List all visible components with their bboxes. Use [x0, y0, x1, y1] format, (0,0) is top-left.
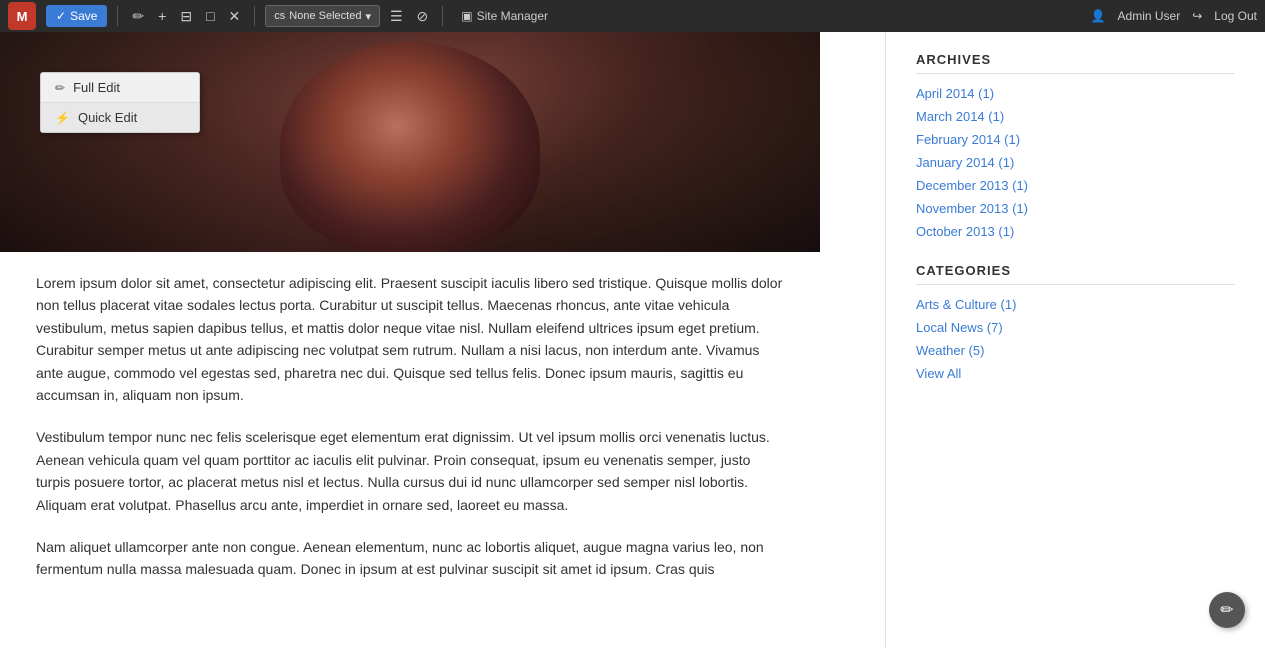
archive-link[interactable]: March 2014 (1)	[916, 109, 1235, 124]
archive-link[interactable]: January 2014 (1)	[916, 155, 1235, 170]
archives-section: ARCHIVES April 2014 (1) March 2014 (1) Feb…	[916, 52, 1235, 239]
categories-heading: CATEGORIES	[916, 263, 1235, 285]
archive-link[interactable]: February 2014 (1)	[916, 132, 1235, 147]
category-link[interactable]: Arts & Culture (1)	[916, 297, 1235, 312]
full-edit-label: Full Edit	[73, 80, 120, 95]
save-button[interactable]: ✓ Save	[46, 5, 107, 27]
article-body: Lorem ipsum dolor sit amet, consectetur …	[0, 252, 820, 621]
save-check-icon: ✓	[56, 9, 66, 23]
prohibit-icon[interactable]: ⊘	[413, 6, 433, 27]
face-silhouette	[280, 42, 540, 252]
delete-icon[interactable]: ✕	[225, 6, 245, 27]
main-layout: ✏ Full Edit ⚡ Quick Edit Lorem ipsum dol…	[0, 32, 1265, 648]
article-paragraph-3: Nam aliquet ullamcorper ante non congue.…	[36, 536, 784, 581]
archive-link[interactable]: December 2013 (1)	[916, 178, 1235, 193]
categories-list: Arts & Culture (1) Local News (7) Weather …	[916, 297, 1235, 381]
site-manager-label: Site Manager	[477, 9, 548, 23]
archive-link[interactable]: October 2013 (1)	[916, 224, 1235, 239]
dropdown-arrow-icon: ▾	[365, 10, 371, 23]
move-icon[interactable]: □	[202, 6, 218, 26]
admin-user-link[interactable]: Admin User	[1118, 9, 1181, 23]
edit-toolbar-dropdown: ✏ Full Edit ⚡ Quick Edit	[40, 72, 200, 133]
quick-edit-item[interactable]: ⚡ Quick Edit	[41, 103, 199, 132]
separator-1	[117, 6, 118, 26]
separator-2	[254, 6, 255, 26]
quick-edit-icon: ⚡	[55, 111, 70, 125]
archive-link[interactable]: November 2013 (1)	[916, 201, 1235, 216]
archives-list: April 2014 (1) March 2014 (1) February 201…	[916, 86, 1235, 239]
categories-section: CATEGORIES Arts & Culture (1) Local News …	[916, 263, 1235, 381]
category-link[interactable]: Weather (5)	[916, 343, 1235, 358]
full-edit-icon: ✏	[55, 81, 65, 95]
content-area: ✏ Full Edit ⚡ Quick Edit Lorem ipsum dol…	[0, 32, 885, 648]
category-link[interactable]: Local News (7)	[916, 320, 1235, 335]
add-icon[interactable]: +	[154, 6, 170, 26]
archives-heading: ARCHIVES	[916, 52, 1235, 74]
top-toolbar: M ✓ Save ✏ + ⊟ □ ✕ cs None Selected ▾ ☰ …	[0, 0, 1265, 32]
article-paragraph-2: Vestibulum tempor nunc nec felis sceleri…	[36, 426, 784, 516]
cs-label: cs	[274, 10, 285, 22]
sidebar: ARCHIVES April 2014 (1) March 2014 (1) Feb…	[885, 32, 1265, 648]
hero-image: ✏ Full Edit ⚡ Quick Edit	[0, 32, 820, 252]
site-manager-icon: ▣	[461, 9, 472, 23]
archive-link[interactable]: April 2014 (1)	[916, 86, 1235, 101]
toolbar-right: 👤 Admin User ↪ Log Out	[1091, 9, 1257, 23]
separator-3	[442, 6, 443, 26]
pencil-icon[interactable]: ✏	[128, 6, 148, 27]
log-out-link[interactable]: Log Out	[1214, 9, 1257, 23]
none-selected-label: None Selected	[289, 10, 361, 22]
edit-pencil-button[interactable]: ✏	[1209, 592, 1245, 628]
article-paragraph-1: Lorem ipsum dolor sit amet, consectetur …	[36, 272, 784, 406]
save-label: Save	[70, 9, 97, 23]
quick-edit-label: Quick Edit	[78, 110, 137, 125]
site-manager-button[interactable]: ▣ Site Manager	[453, 7, 556, 25]
logout-icon: ↪	[1192, 9, 1202, 23]
none-selected-button[interactable]: cs None Selected ▾	[265, 5, 380, 27]
admin-user-icon: 👤	[1091, 9, 1106, 23]
category-link[interactable]: View All	[916, 366, 1235, 381]
mura-logo: M	[8, 2, 36, 30]
full-edit-item[interactable]: ✏ Full Edit	[41, 73, 199, 103]
list-icon[interactable]: ☰	[386, 6, 407, 27]
copy-icon[interactable]: ⊟	[176, 6, 196, 27]
